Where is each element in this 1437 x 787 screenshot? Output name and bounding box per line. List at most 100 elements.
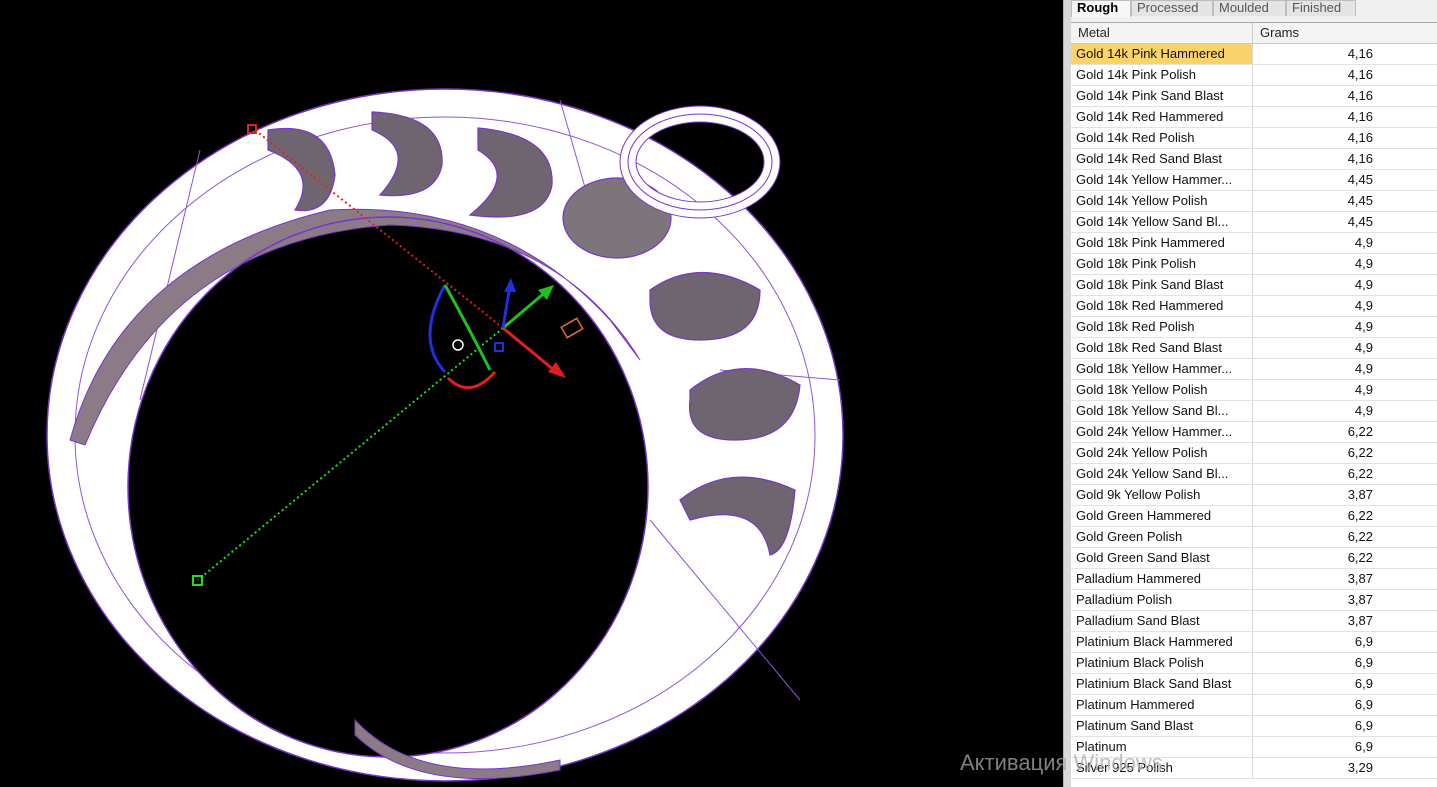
grams-cell: 3,87 — [1347, 592, 1373, 607]
table-row[interactable]: Palladium Sand Blast 3,87 — [1071, 611, 1437, 632]
metal-cell: Platinium Black Hammered — [1071, 632, 1253, 652]
table-row[interactable]: Platinium Black Polish 6,9 — [1071, 653, 1437, 674]
table-row[interactable]: Gold 18k Red Sand Blast 4,9 — [1071, 338, 1437, 359]
grams-cell: 3,87 — [1347, 571, 1373, 586]
table-row[interactable]: Gold 14k Yellow Sand Bl... 4,45 — [1071, 212, 1437, 233]
table-row[interactable]: Platinium Black Hammered 6,9 — [1071, 632, 1437, 653]
metal-cell: Gold 18k Pink Sand Blast — [1071, 275, 1253, 295]
grams-cell: 4,45 — [1347, 193, 1373, 208]
grams-cell: 6,9 — [1354, 655, 1373, 670]
grams-cell: 4,9 — [1354, 361, 1373, 376]
table-row[interactable]: Gold 14k Red Polish 4,16 — [1071, 128, 1437, 149]
metal-cell: Gold 24k Yellow Hammer... — [1071, 422, 1253, 442]
grams-cell: 3,87 — [1347, 613, 1373, 628]
tab-moulded[interactable]: Moulded — [1213, 0, 1286, 16]
table-row[interactable]: Gold 14k Pink Polish 4,16 — [1071, 65, 1437, 86]
table-row[interactable]: Gold 14k Pink Hammered 4,16 — [1071, 44, 1437, 65]
grams-cell: 4,45 — [1347, 214, 1373, 229]
metal-cell: Gold Green Hammered — [1071, 506, 1253, 526]
metal-cell: Gold 14k Yellow Sand Bl... — [1071, 212, 1253, 232]
metal-cell: Gold 24k Yellow Polish — [1071, 443, 1253, 463]
metal-weight-table[interactable]: Metal Grams Gold 14k Pink Hammered 4,16 Go… — [1071, 22, 1437, 787]
grams-cell: 6,22 — [1347, 529, 1373, 544]
grams-cell: 3,29 — [1347, 760, 1373, 775]
tab-processed[interactable]: Processed — [1131, 0, 1213, 16]
grams-cell: 6,9 — [1354, 676, 1373, 691]
grams-cell: 6,22 — [1347, 445, 1373, 460]
table-row[interactable]: Gold Green Polish 6,22 — [1071, 527, 1437, 548]
tab-finished[interactable]: Finished — [1286, 0, 1356, 16]
grams-cell: 6,9 — [1354, 718, 1373, 733]
grams-cell: 4,16 — [1347, 109, 1373, 124]
table-row[interactable]: Platinum Hammered 6,9 — [1071, 695, 1437, 716]
table-row[interactable]: Gold 14k Yellow Polish 4,45 — [1071, 191, 1437, 212]
table-row[interactable]: Gold 14k Red Sand Blast 4,16 — [1071, 149, 1437, 170]
metal-cell: Platinium Black Polish — [1071, 653, 1253, 673]
table-row[interactable]: Gold 14k Red Hammered 4,16 — [1071, 107, 1437, 128]
tab-rough[interactable]: Rough — [1071, 0, 1131, 17]
grams-cell: 6,9 — [1354, 739, 1373, 754]
grams-cell: 4,9 — [1354, 403, 1373, 418]
3d-viewport[interactable] — [0, 0, 1063, 787]
metal-cell: Platinum Hammered — [1071, 695, 1253, 715]
table-row[interactable]: Palladium Polish 3,87 — [1071, 590, 1437, 611]
grams-cell: 6,22 — [1347, 508, 1373, 523]
metal-cell: Gold 14k Red Hammered — [1071, 107, 1253, 127]
grams-cell: 4,9 — [1354, 235, 1373, 250]
grams-cell: 6,22 — [1347, 424, 1373, 439]
table-row[interactable]: Platinum Sand Blast 6,9 — [1071, 716, 1437, 737]
table-row[interactable]: Platinium Black Sand Blast 6,9 — [1071, 674, 1437, 695]
metal-cell: Gold 18k Yellow Polish — [1071, 380, 1253, 400]
metal-cell: Gold 14k Red Polish — [1071, 128, 1253, 148]
metal-cell: Gold 14k Yellow Hammer... — [1071, 170, 1253, 190]
metal-cell: Palladium Hammered — [1071, 569, 1253, 589]
metal-cell: Gold 18k Pink Hammered — [1071, 233, 1253, 253]
table-row[interactable]: Gold 18k Pink Sand Blast 4,9 — [1071, 275, 1437, 296]
grams-cell: 4,9 — [1354, 256, 1373, 271]
windows-activation-watermark: Активация Windows — [960, 750, 1163, 775]
column-header-metal[interactable]: Metal — [1071, 23, 1253, 43]
metal-cell: Platinium Black Sand Blast — [1071, 674, 1253, 694]
table-row[interactable]: Gold Green Hammered 6,22 — [1071, 506, 1437, 527]
pendant-model — [46, 88, 844, 782]
column-header-grams[interactable]: Grams — [1253, 23, 1437, 43]
grams-cell: 4,16 — [1347, 67, 1373, 82]
grams-cell: 6,22 — [1347, 550, 1373, 565]
table-row[interactable]: Gold 14k Pink Sand Blast 4,16 — [1071, 86, 1437, 107]
grams-cell: 3,87 — [1347, 487, 1373, 502]
metal-cell: Gold 18k Red Hammered — [1071, 296, 1253, 316]
metal-cell: Gold 14k Pink Hammered — [1071, 44, 1253, 64]
table-row[interactable]: Gold 9k Yellow Polish 3,87 — [1071, 485, 1437, 506]
table-row[interactable]: Gold 18k Red Polish 4,9 — [1071, 317, 1437, 338]
metal-cell: Gold 14k Pink Sand Blast — [1071, 86, 1253, 106]
table-row[interactable]: Gold 18k Pink Hammered 4,9 — [1071, 233, 1437, 254]
weight-panel: Rough Processed Moulded Finished Metal G… — [1071, 0, 1437, 787]
metal-cell: Gold 18k Yellow Hammer... — [1071, 359, 1253, 379]
grams-cell: 4,9 — [1354, 277, 1373, 292]
metal-cell: Gold 18k Pink Polish — [1071, 254, 1253, 274]
table-row[interactable]: Gold 24k Yellow Polish 6,22 — [1071, 443, 1437, 464]
grams-cell: 4,16 — [1347, 46, 1373, 61]
tab-strip: Rough Processed Moulded Finished — [1071, 0, 1437, 17]
table-row[interactable]: Gold Green Sand Blast 6,22 — [1071, 548, 1437, 569]
metal-cell: Gold Green Sand Blast — [1071, 548, 1253, 568]
grams-cell: 4,16 — [1347, 130, 1373, 145]
table-row[interactable]: Gold 18k Yellow Polish 4,9 — [1071, 380, 1437, 401]
grams-cell: 4,45 — [1347, 172, 1373, 187]
grams-cell: 4,9 — [1354, 382, 1373, 397]
table-row[interactable]: Gold 24k Yellow Sand Bl... 6,22 — [1071, 464, 1437, 485]
table-header: Metal Grams — [1071, 23, 1437, 44]
metal-cell: Gold 18k Yellow Sand Bl... — [1071, 401, 1253, 421]
metal-cell: Palladium Sand Blast — [1071, 611, 1253, 631]
table-row[interactable]: Gold 14k Yellow Hammer... 4,45 — [1071, 170, 1437, 191]
grams-cell: 4,9 — [1354, 319, 1373, 334]
table-row[interactable]: Gold 24k Yellow Hammer... 6,22 — [1071, 422, 1437, 443]
table-row[interactable]: Gold 18k Red Hammered 4,9 — [1071, 296, 1437, 317]
table-row[interactable]: Gold 18k Pink Polish 4,9 — [1071, 254, 1437, 275]
grams-cell: 6,9 — [1354, 634, 1373, 649]
table-row[interactable]: Palladium Hammered 3,87 — [1071, 569, 1437, 590]
table-row[interactable]: Gold 18k Yellow Sand Bl... 4,9 — [1071, 401, 1437, 422]
table-row[interactable]: Gold 18k Yellow Hammer... 4,9 — [1071, 359, 1437, 380]
metal-cell: Gold 9k Yellow Polish — [1071, 485, 1253, 505]
grams-cell: 6,22 — [1347, 466, 1373, 481]
